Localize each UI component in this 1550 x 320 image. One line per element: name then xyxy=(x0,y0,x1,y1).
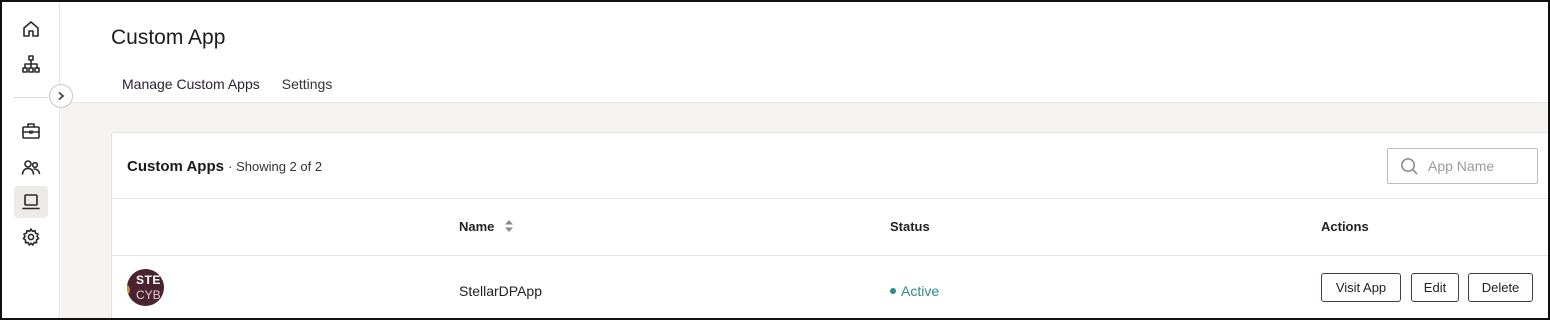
table-row: STE CYB StellarDPApp Active Visit App Ed… xyxy=(112,256,1548,318)
users-icon xyxy=(21,160,41,175)
card-header: Custom Apps · Showing 2 of 2 xyxy=(112,133,1548,199)
delete-button[interactable]: Delete xyxy=(1468,273,1533,302)
table-header: Name Status Actions xyxy=(112,199,1548,256)
briefcase-icon xyxy=(22,123,40,139)
sidebar-divider xyxy=(14,97,48,98)
laptop-icon xyxy=(22,194,40,210)
card-title: Custom Apps xyxy=(127,158,224,175)
column-name-label: Name xyxy=(459,219,495,234)
page-header: Custom App Manage Custom Apps Settings xyxy=(61,2,1548,107)
sidebar-item-users[interactable] xyxy=(14,151,48,183)
search-box[interactable] xyxy=(1387,148,1538,184)
avatar-accent xyxy=(127,284,130,296)
sidebar xyxy=(2,2,60,318)
avatar: STE CYB xyxy=(127,269,164,306)
app-name-search-input[interactable] xyxy=(1428,158,1528,174)
status-badge: Active xyxy=(890,283,939,299)
column-header-name[interactable]: Name xyxy=(459,219,514,236)
app-name: StellarDPApp xyxy=(459,283,543,299)
sidebar-item-org[interactable] xyxy=(14,48,48,80)
main-area: Custom App Manage Custom Apps Settings C… xyxy=(61,2,1548,318)
status-dot-icon xyxy=(890,288,896,295)
avatar-text-line-2: CYB xyxy=(136,288,161,302)
page-title: Custom App xyxy=(111,26,226,49)
card-title-wrap: Custom Apps · Showing 2 of 2 xyxy=(127,158,322,175)
card-count: · Showing 2 of 2 xyxy=(228,159,323,174)
status-text: Active xyxy=(901,283,940,299)
sitemap-icon xyxy=(22,55,40,73)
content-area: Custom Apps · Showing 2 of 2 Name xyxy=(61,103,1548,318)
sidebar-item-settings[interactable] xyxy=(14,221,48,253)
sidebar-collapse-toggle[interactable] xyxy=(49,84,73,108)
custom-apps-card: Custom Apps · Showing 2 of 2 Name xyxy=(111,132,1548,318)
tab-bar: Manage Custom Apps Settings xyxy=(111,70,343,107)
tab-manage-custom-apps[interactable]: Manage Custom Apps xyxy=(111,70,271,107)
column-header-actions: Actions xyxy=(1321,219,1369,234)
avatar-text-line-1: STE xyxy=(136,273,161,287)
edit-button[interactable]: Edit xyxy=(1411,273,1459,302)
sidebar-item-briefcase[interactable] xyxy=(14,115,48,147)
sidebar-item-home[interactable] xyxy=(14,13,48,45)
chevron-right-icon xyxy=(58,91,65,101)
tab-settings[interactable]: Settings xyxy=(271,70,344,107)
sort-icon[interactable] xyxy=(504,219,514,236)
column-header-status: Status xyxy=(890,219,930,234)
visit-app-button[interactable]: Visit App xyxy=(1321,273,1401,302)
sidebar-item-custom-apps[interactable] xyxy=(14,186,48,218)
app-window: Custom App Manage Custom Apps Settings C… xyxy=(0,0,1550,320)
home-icon xyxy=(23,21,39,37)
search-icon xyxy=(1401,157,1418,175)
gear-icon xyxy=(22,228,40,246)
